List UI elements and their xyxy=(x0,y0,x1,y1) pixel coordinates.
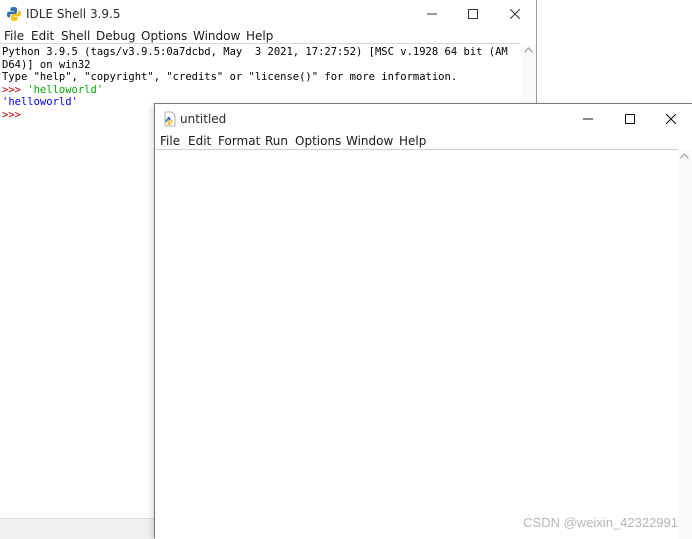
editor-menu-help[interactable]: Help xyxy=(399,134,426,148)
shell-banner-line-1: Python 3.9.5 (tags/v3.9.5:0a7dcbd, May 3… xyxy=(2,46,508,58)
shell-maximize-button[interactable] xyxy=(451,0,495,28)
editor-window-title: untitled xyxy=(180,112,227,126)
shell-current-prompt: >>> xyxy=(2,108,21,121)
editor-menu-window[interactable]: Window xyxy=(346,134,393,148)
editor-close-button[interactable] xyxy=(649,104,692,134)
shell-banner-line-2: D64)] on win32 xyxy=(2,58,91,71)
shell-close-button[interactable] xyxy=(493,0,537,28)
minimize-icon xyxy=(583,118,593,120)
close-icon xyxy=(666,114,676,124)
editor-menu-format[interactable]: Format xyxy=(218,134,260,148)
shell-menu-debug[interactable]: Debug xyxy=(96,29,135,43)
python-file-icon xyxy=(164,111,176,127)
editor-vertical-scrollbar[interactable] xyxy=(677,150,692,539)
shell-menu-window[interactable]: Window xyxy=(193,29,240,43)
maximize-icon xyxy=(625,114,635,124)
shell-input-line: >>> 'helloworld' xyxy=(2,84,103,97)
editor-minimize-button[interactable] xyxy=(566,104,610,134)
shell-banner-line-3: Type "help", "copyright", "credits" or "… xyxy=(2,71,458,83)
shell-window-title: IDLE Shell 3.9.5 xyxy=(26,7,121,21)
minimize-icon xyxy=(427,13,437,15)
editor-window: untitled File Edit Format Run Options Wi… xyxy=(154,103,692,539)
shell-prompt: >>> xyxy=(2,83,21,96)
shell-minimize-button[interactable] xyxy=(410,0,454,28)
shell-output-line: 'helloworld' xyxy=(2,96,78,108)
shell-titlebar[interactable]: IDLE Shell 3.9.5 xyxy=(0,0,536,28)
shell-menu-shell[interactable]: Shell xyxy=(61,29,90,43)
shell-menu-edit[interactable]: Edit xyxy=(31,29,54,43)
editor-menu-options[interactable]: Options xyxy=(295,134,341,148)
editor-menu-file[interactable]: File xyxy=(160,134,180,148)
editor-titlebar[interactable]: untitled xyxy=(155,104,692,134)
close-icon xyxy=(510,9,520,19)
editor-menu-run[interactable]: Run xyxy=(265,134,288,148)
scroll-up-arrow-icon[interactable] xyxy=(680,153,689,159)
python-icon xyxy=(7,7,21,21)
shell-menu-help[interactable]: Help xyxy=(246,29,273,43)
scroll-up-arrow-icon[interactable] xyxy=(524,47,533,53)
editor-menu-edit[interactable]: Edit xyxy=(188,134,211,148)
editor-text-area[interactable] xyxy=(155,150,677,539)
shell-entered-code: 'helloworld' xyxy=(20,83,104,96)
editor-maximize-button[interactable] xyxy=(608,104,652,134)
shell-menu-options[interactable]: Options xyxy=(141,29,187,43)
editor-menubar: File Edit Format Run Options Window Help xyxy=(155,131,692,151)
shell-menu-file[interactable]: File xyxy=(4,29,24,43)
watermark: CSDN @weixin_42322991 xyxy=(523,515,678,530)
maximize-icon xyxy=(468,9,478,19)
